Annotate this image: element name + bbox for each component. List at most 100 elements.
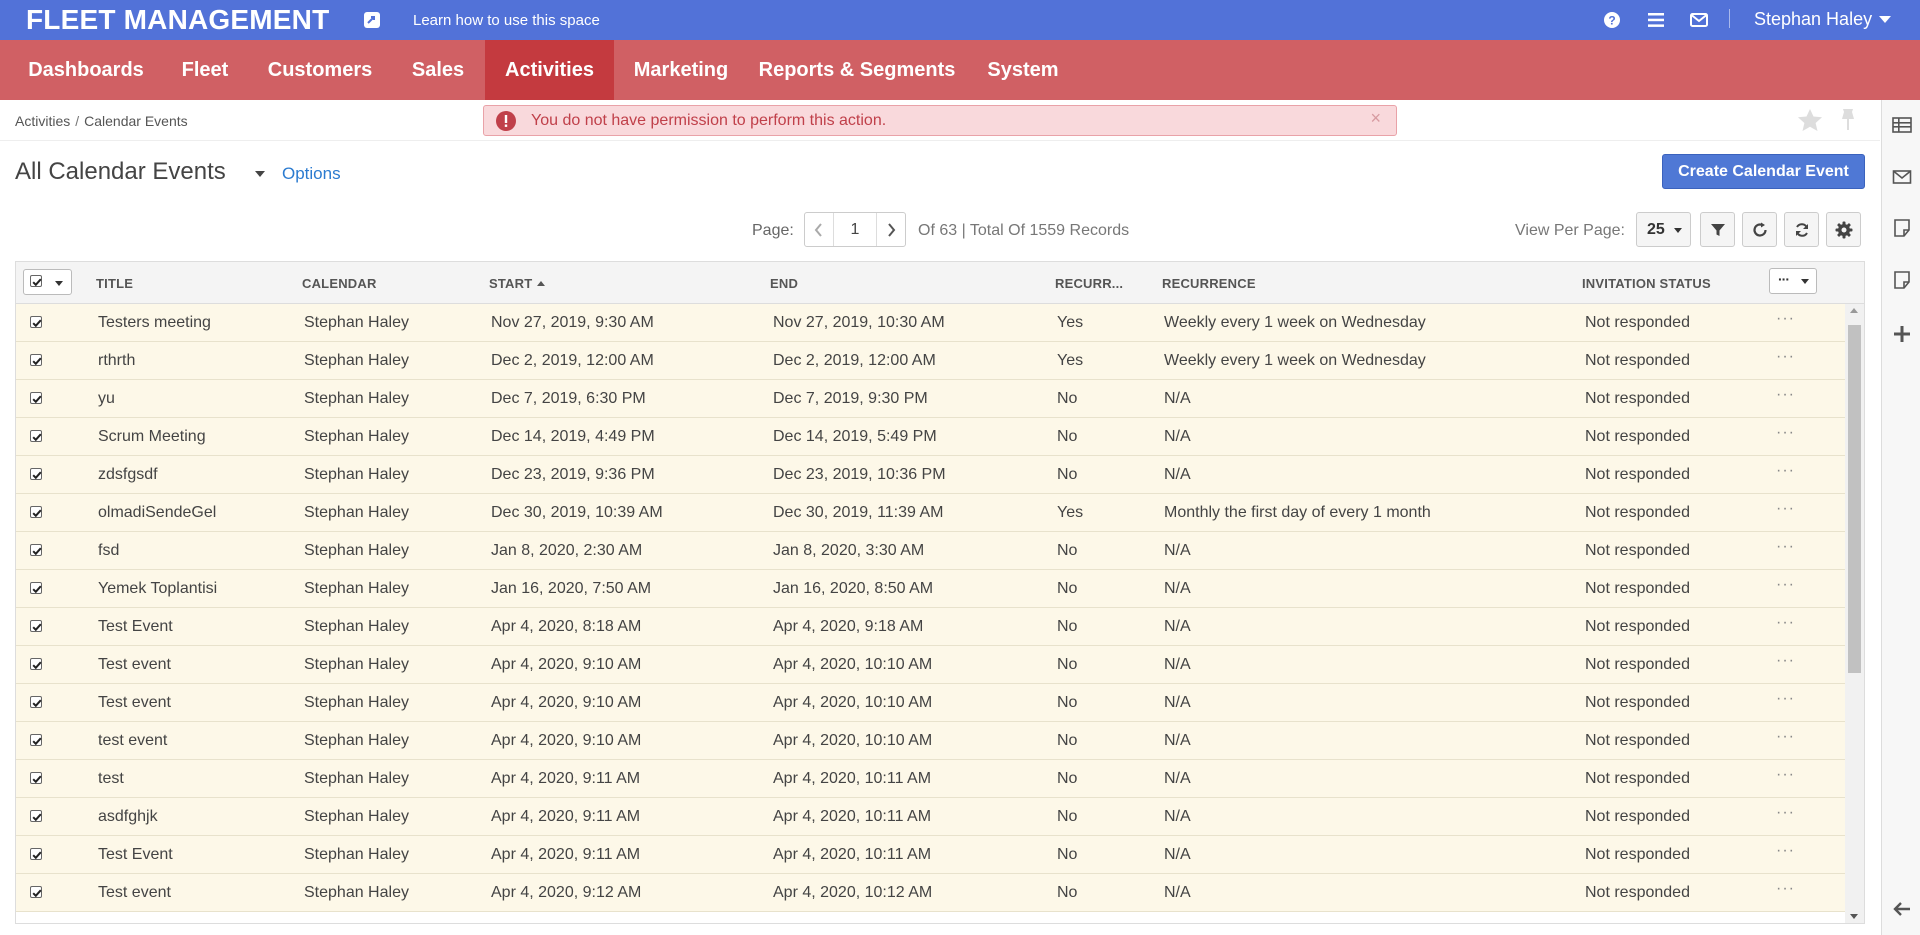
select-all-dropdown[interactable] bbox=[23, 269, 72, 295]
row-checkbox[interactable] bbox=[30, 544, 42, 556]
grid-actions-dropdown[interactable]: ··· bbox=[1769, 268, 1817, 294]
collapse-arrow-icon[interactable] bbox=[1892, 899, 1912, 919]
row-checkbox[interactable] bbox=[30, 696, 42, 708]
table-row[interactable]: yu Stephan Haley Dec 7, 2019, 6:30 PM Dec 7… bbox=[16, 380, 1845, 418]
row-actions-icon[interactable]: ··· bbox=[1776, 804, 1795, 822]
per-page-select[interactable]: 25 bbox=[1636, 212, 1691, 247]
scroll-thumb[interactable] bbox=[1848, 325, 1861, 673]
scroll-up-icon[interactable] bbox=[1850, 308, 1858, 313]
column-header-end[interactable]: END bbox=[770, 276, 798, 291]
breadcrumb-parent[interactable]: Activities bbox=[15, 113, 70, 129]
row-checkbox[interactable] bbox=[30, 316, 42, 328]
row-checkbox[interactable] bbox=[30, 582, 42, 594]
create-calendar-event-button[interactable]: Create Calendar Event bbox=[1662, 154, 1865, 189]
nav-item-reports-segments[interactable]: Reports & Segments bbox=[748, 40, 966, 100]
close-icon[interactable]: × bbox=[1370, 108, 1381, 129]
table-row[interactable]: Test event Stephan Haley Apr 4, 2020, 9:10… bbox=[16, 684, 1845, 722]
help-icon[interactable]: ? bbox=[1602, 10, 1622, 30]
pin-icon[interactable] bbox=[1838, 108, 1858, 132]
page-title[interactable]: All Calendar Events bbox=[15, 158, 226, 186]
favorite-star-icon[interactable] bbox=[1797, 108, 1823, 132]
reset-button[interactable] bbox=[1742, 212, 1777, 247]
row-checkbox[interactable] bbox=[30, 506, 42, 518]
prev-page-button[interactable] bbox=[805, 213, 834, 246]
row-checkbox[interactable] bbox=[30, 620, 42, 632]
table-row[interactable]: Test event Stephan Haley Apr 4, 2020, 9:12… bbox=[16, 874, 1845, 912]
scroll-down-icon[interactable] bbox=[1850, 914, 1858, 919]
nav-item-fleet[interactable]: Fleet bbox=[162, 40, 248, 100]
row-checkbox[interactable] bbox=[30, 658, 42, 670]
row-checkbox[interactable] bbox=[30, 430, 42, 442]
table-row[interactable]: Test Event Stephan Haley Apr 4, 2020, 8:18… bbox=[16, 608, 1845, 646]
user-menu[interactable]: Stephan Haley bbox=[1754, 9, 1872, 30]
row-checkbox[interactable] bbox=[30, 468, 42, 480]
chevron-down-icon[interactable] bbox=[255, 171, 265, 177]
nav-item-sales[interactable]: Sales bbox=[392, 40, 484, 100]
column-header-recurrence[interactable]: RECURRENCE bbox=[1162, 276, 1256, 291]
column-header-title[interactable]: TITLE bbox=[96, 276, 133, 291]
sidebar-menu-icon[interactable] bbox=[1892, 115, 1912, 135]
column-header-start[interactable]: START bbox=[489, 276, 546, 291]
column-header-invitation-status[interactable]: INVITATION STATUS bbox=[1582, 276, 1711, 291]
row-actions-icon[interactable]: ··· bbox=[1776, 538, 1795, 556]
row-actions-icon[interactable]: ··· bbox=[1776, 576, 1795, 594]
row-checkbox[interactable] bbox=[30, 392, 42, 404]
add-icon[interactable] bbox=[1892, 324, 1912, 344]
column-header-calendar[interactable]: CALENDAR bbox=[302, 276, 377, 291]
table-row[interactable]: rthrth Stephan Haley Dec 2, 2019, 12:00 AM… bbox=[16, 342, 1845, 380]
row-actions-icon[interactable]: ··· bbox=[1776, 880, 1795, 898]
app-brand[interactable]: FLEET MANAGEMENT bbox=[26, 4, 329, 36]
row-checkbox[interactable] bbox=[30, 354, 42, 366]
row-actions-icon[interactable]: ··· bbox=[1776, 386, 1795, 404]
refresh-button[interactable] bbox=[1784, 212, 1819, 247]
table-row[interactable]: zdsfgsdf Stephan Haley Dec 23, 2019, 9:36 … bbox=[16, 456, 1845, 494]
chevron-down-icon[interactable] bbox=[1879, 16, 1891, 23]
row-actions-icon[interactable]: ··· bbox=[1776, 348, 1795, 366]
row-actions-icon[interactable]: ··· bbox=[1776, 652, 1795, 670]
learn-link[interactable]: Learn how to use this space bbox=[413, 12, 600, 29]
row-checkbox[interactable] bbox=[30, 772, 42, 784]
external-link-icon[interactable] bbox=[363, 11, 381, 29]
list-icon[interactable] bbox=[1646, 10, 1666, 30]
row-actions-icon[interactable]: ··· bbox=[1776, 842, 1795, 860]
row-actions-icon[interactable]: ··· bbox=[1776, 462, 1795, 480]
table-row[interactable]: fsd Stephan Haley Jan 8, 2020, 2:30 AM Jan … bbox=[16, 532, 1845, 570]
grid-scrollbar[interactable] bbox=[1845, 304, 1864, 923]
table-row[interactable]: Yemek Toplantisi Stephan Haley Jan 16, 202… bbox=[16, 570, 1845, 608]
nav-item-customers[interactable]: Customers bbox=[248, 40, 392, 100]
table-row[interactable]: olmadiSendeGel Stephan Haley Dec 30, 2019,… bbox=[16, 494, 1845, 532]
filter-button[interactable] bbox=[1700, 212, 1735, 247]
row-checkbox[interactable] bbox=[30, 810, 42, 822]
table-row[interactable]: asdfghjk Stephan Haley Apr 4, 2020, 9:11 A… bbox=[16, 798, 1845, 836]
note-icon[interactable] bbox=[1892, 218, 1912, 238]
chevron-down-icon[interactable] bbox=[55, 281, 63, 286]
table-row[interactable]: Test Event Stephan Haley Apr 4, 2020, 9:11… bbox=[16, 836, 1845, 874]
table-row[interactable]: Testers meeting Stephan Haley Nov 27, 2019… bbox=[16, 304, 1845, 342]
row-actions-icon[interactable]: ··· bbox=[1776, 424, 1795, 442]
row-actions-icon[interactable]: ··· bbox=[1776, 766, 1795, 784]
column-header-recurring[interactable]: RECURR... bbox=[1055, 276, 1123, 291]
row-checkbox[interactable] bbox=[30, 886, 42, 898]
nav-item-marketing[interactable]: Marketing bbox=[614, 40, 748, 100]
nav-item-activities[interactable]: Activities bbox=[485, 40, 614, 100]
row-actions-icon[interactable]: ··· bbox=[1776, 310, 1795, 328]
options-link[interactable]: Options bbox=[282, 164, 341, 184]
page-number-input[interactable] bbox=[835, 213, 875, 246]
row-checkbox[interactable] bbox=[30, 848, 42, 860]
nav-item-dashboards[interactable]: Dashboards bbox=[10, 40, 162, 100]
note-icon[interactable] bbox=[1892, 270, 1912, 290]
nav-item-system[interactable]: System bbox=[966, 40, 1080, 100]
row-actions-icon[interactable]: ··· bbox=[1776, 614, 1795, 632]
mail-icon[interactable] bbox=[1689, 10, 1709, 30]
row-checkbox[interactable] bbox=[30, 734, 42, 746]
grid-settings-button[interactable] bbox=[1826, 212, 1861, 247]
select-all-checkbox[interactable] bbox=[30, 275, 42, 287]
table-row[interactable]: test event Stephan Haley Apr 4, 2020, 9:10… bbox=[16, 722, 1845, 760]
next-page-button[interactable] bbox=[876, 213, 905, 246]
email-icon[interactable] bbox=[1892, 167, 1912, 187]
row-actions-icon[interactable]: ··· bbox=[1776, 500, 1795, 518]
table-row[interactable]: Test event Stephan Haley Apr 4, 2020, 9:10… bbox=[16, 646, 1845, 684]
row-actions-icon[interactable]: ··· bbox=[1776, 690, 1795, 708]
row-actions-icon[interactable]: ··· bbox=[1776, 728, 1795, 746]
table-row[interactable]: test Stephan Haley Apr 4, 2020, 9:11 AM Apr… bbox=[16, 760, 1845, 798]
